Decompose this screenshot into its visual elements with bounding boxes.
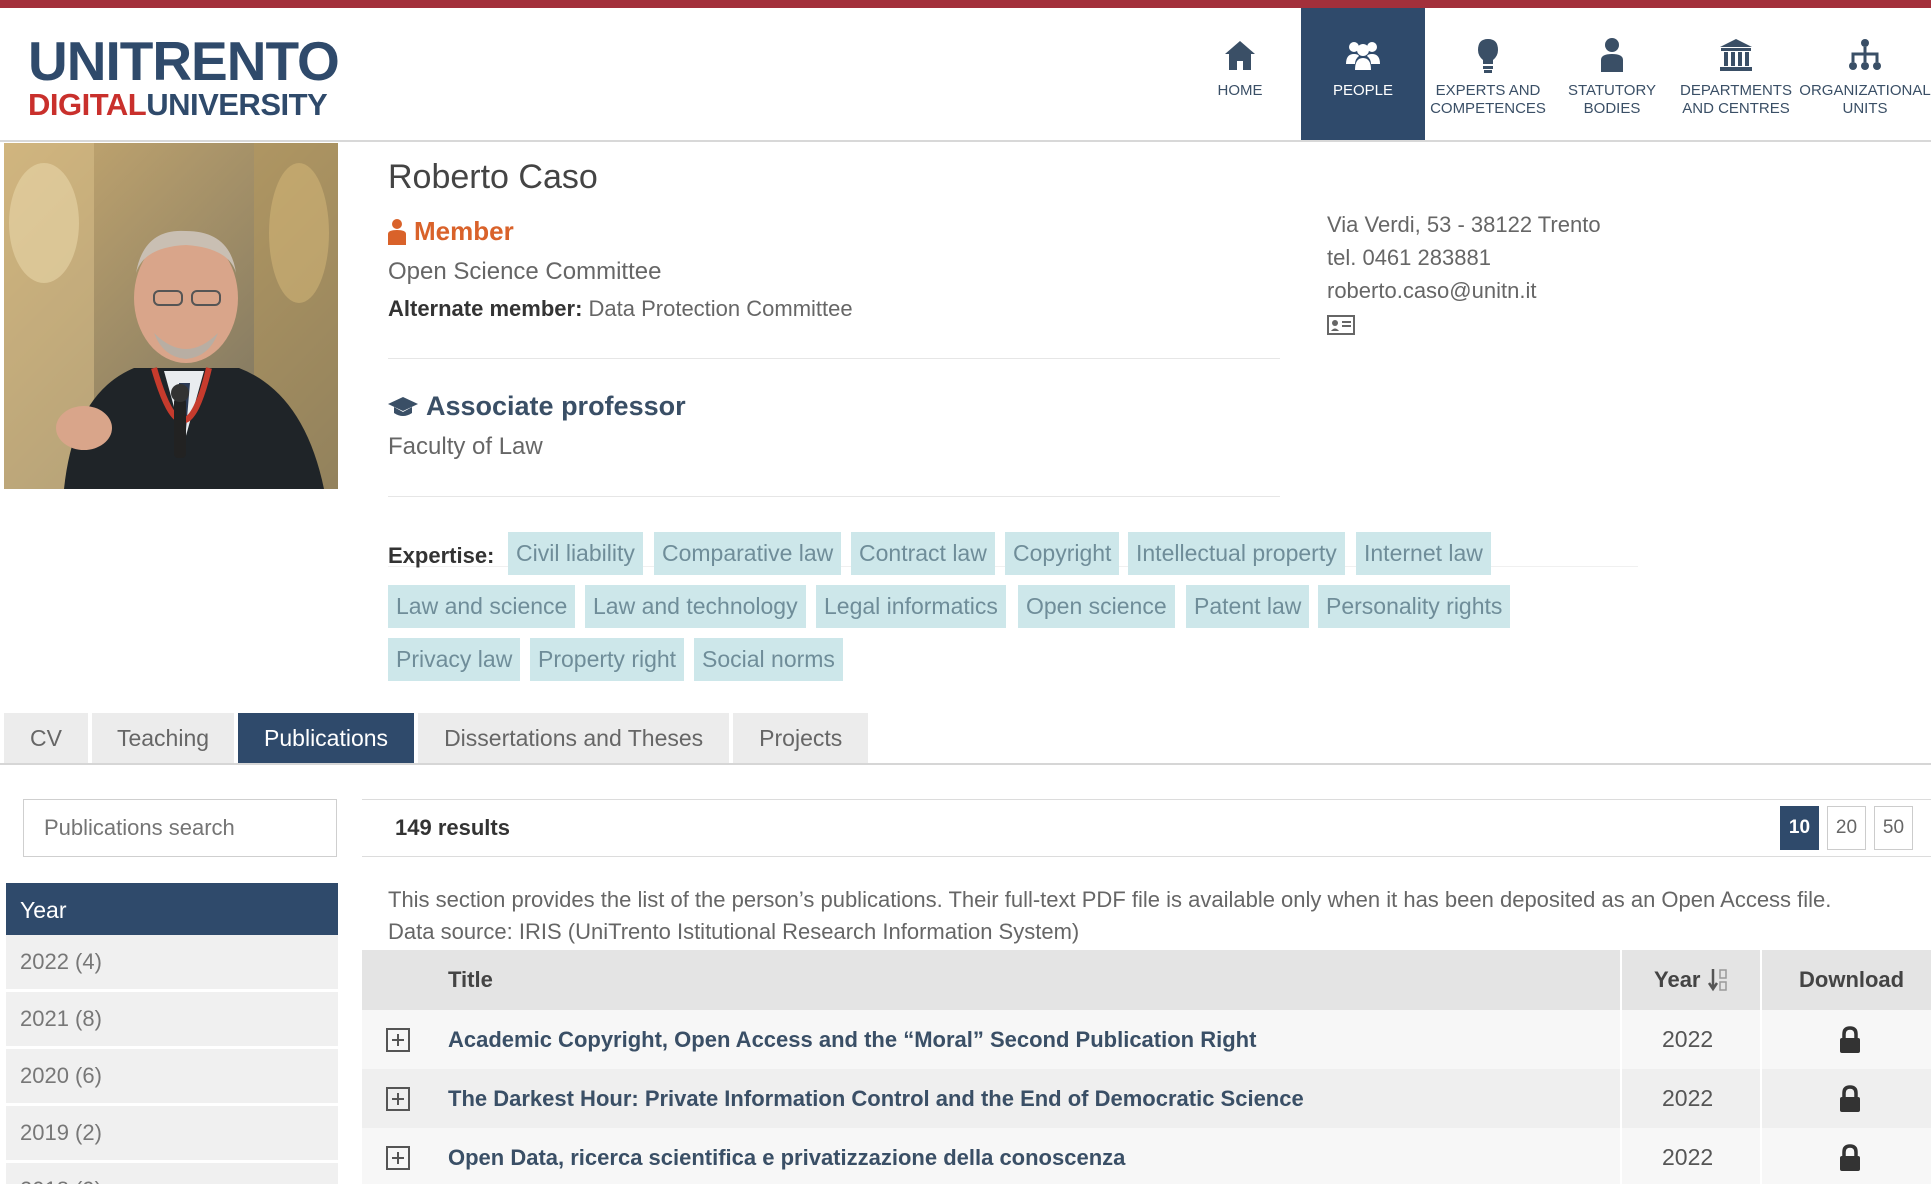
faculty-name: Faculty of Law bbox=[388, 433, 543, 460]
expertise-tag[interactable]: Internet law bbox=[1356, 532, 1491, 575]
column-separator bbox=[1620, 950, 1622, 1184]
person-icon bbox=[388, 218, 406, 245]
nav-home[interactable]: HOME bbox=[1179, 8, 1301, 140]
column-download: Download bbox=[1799, 967, 1905, 992]
publications-intro: This section provides the list of the pe… bbox=[388, 887, 1832, 944]
expertise-tag[interactable]: Legal informatics bbox=[816, 585, 1006, 628]
person-icon bbox=[1601, 38, 1623, 72]
expertise-tag[interactable]: Privacy law bbox=[388, 638, 521, 681]
vcard-icon[interactable] bbox=[1327, 311, 1355, 344]
logo-bottom-text: DIGITALUNIVERSITY bbox=[28, 87, 328, 122]
nav-organizational-units[interactable]: ORGANIZATIONAL UNITS bbox=[1799, 8, 1931, 140]
phone: tel. 0461 283881 bbox=[1327, 245, 1491, 270]
lock-icon bbox=[1840, 1085, 1860, 1112]
logo-top-text: UNITRENTO bbox=[28, 30, 340, 92]
results-bar bbox=[362, 799, 1931, 857]
column-year[interactable]: Year bbox=[1654, 950, 1729, 1010]
people-icon bbox=[1346, 42, 1380, 70]
results-count: 149 results bbox=[395, 815, 510, 840]
expertise-tag[interactable]: Open science bbox=[1018, 585, 1175, 628]
publications-search-input[interactable] bbox=[23, 799, 337, 857]
home-icon bbox=[1225, 41, 1255, 70]
address: Via Verdi, 53 - 38122 Trento bbox=[1327, 212, 1601, 237]
year-filter-item[interactable]: 2022 (4) bbox=[6, 935, 338, 989]
contact-block: Via Verdi, 53 - 38122 Trento tel. 0461 2… bbox=[1327, 208, 1601, 344]
expand-icon[interactable] bbox=[386, 1146, 410, 1170]
sitemap-icon bbox=[1849, 39, 1881, 70]
lock-icon bbox=[1840, 1026, 1860, 1053]
lightbulb-icon bbox=[1478, 39, 1498, 73]
expertise-tag[interactable]: Law and science bbox=[388, 585, 576, 628]
year-filter-item[interactable]: 2018 (9) bbox=[6, 1163, 338, 1184]
top-accent-line bbox=[0, 0, 1931, 8]
unitrento-logo[interactable]: UNITRENTO DIGITALUNIVERSITY bbox=[28, 30, 340, 122]
year-filter-item[interactable]: 2019 (2) bbox=[6, 1106, 338, 1160]
table-row: Academic Copyright, Open Access and the … bbox=[362, 1010, 1931, 1069]
nav-experts[interactable]: EXPERTS AND COMPETENCES bbox=[1425, 8, 1551, 140]
page-size-50[interactable]: 50 bbox=[1874, 806, 1913, 850]
nav-people[interactable]: PEOPLE bbox=[1301, 8, 1425, 140]
academic-position: Associate professor bbox=[388, 391, 686, 422]
profile-photo bbox=[4, 143, 338, 489]
expertise-tag[interactable]: Civil liability bbox=[508, 532, 643, 575]
nav-statutory-bodies[interactable]: STATUTORY BODIES bbox=[1551, 8, 1673, 140]
profile-divider bbox=[388, 496, 1280, 497]
column-title[interactable]: Title bbox=[448, 950, 493, 1010]
publication-year: 2022 bbox=[1662, 1026, 1714, 1052]
column-separator bbox=[1760, 950, 1762, 1184]
table-row: The Darkest Hour: Private Information Co… bbox=[362, 1069, 1931, 1128]
expertise-tag[interactable]: Comparative law bbox=[654, 532, 842, 575]
expertise-tag[interactable]: Copyright bbox=[1005, 532, 1120, 575]
publication-title[interactable]: Academic Copyright, Open Access and the … bbox=[448, 1010, 1256, 1069]
table-row: Open Data, ricerca scientifica e privati… bbox=[362, 1128, 1931, 1184]
graduation-cap-icon bbox=[388, 396, 418, 416]
expertise-tag[interactable]: Patent law bbox=[1186, 585, 1310, 628]
tab-teaching[interactable]: Teaching bbox=[91, 713, 235, 763]
year-filter-heading: Year bbox=[6, 883, 338, 937]
publication-year: 2022 bbox=[1662, 1144, 1714, 1170]
email-link[interactable]: roberto.caso@unitn.it bbox=[1327, 274, 1601, 307]
year-filter-item[interactable]: 2020 (6) bbox=[6, 1049, 338, 1103]
expand-icon[interactable] bbox=[386, 1087, 410, 1111]
sort-descending-icon bbox=[1707, 969, 1727, 992]
profile-divider bbox=[388, 358, 1280, 359]
page-size-selector: 10 20 50 bbox=[1780, 806, 1913, 850]
main-nav: HOME PEOPLE EXPERTS AND COMPETENCES STAT… bbox=[1179, 8, 1931, 140]
nav-departments[interactable]: DEPARTMENTS AND CENTRES bbox=[1673, 8, 1799, 140]
tab-projects[interactable]: Projects bbox=[733, 713, 869, 763]
expertise-tag[interactable]: Property right bbox=[530, 638, 685, 681]
publication-title[interactable]: The Darkest Hour: Private Information Co… bbox=[448, 1069, 1304, 1128]
expertise-tag[interactable]: Personality rights bbox=[1318, 585, 1511, 628]
page-size-20[interactable]: 20 bbox=[1827, 806, 1866, 850]
tab-cv[interactable]: CV bbox=[4, 713, 88, 763]
committee-name: Open Science Committee bbox=[388, 258, 662, 285]
alternate-membership: Alternate member: Data Protection Commit… bbox=[388, 296, 853, 321]
site-header: UNITRENTO DIGITALUNIVERSITY HOME PEOPLE … bbox=[0, 8, 1931, 142]
member-role: Member bbox=[388, 216, 514, 247]
expertise-tag[interactable]: Law and technology bbox=[585, 585, 806, 628]
tab-dissertations[interactable]: Dissertations and Theses bbox=[418, 713, 730, 763]
expand-icon[interactable] bbox=[386, 1028, 410, 1052]
page-size-10[interactable]: 10 bbox=[1780, 806, 1819, 850]
year-filter-item[interactable]: 2021 (8) bbox=[6, 992, 338, 1046]
expertise-label: Expertise: bbox=[388, 543, 495, 568]
expertise-tag[interactable]: Contract law bbox=[851, 532, 995, 575]
table-header: Title Year Download bbox=[362, 950, 1931, 1010]
expertise-tag[interactable]: Intellectual property bbox=[1128, 532, 1345, 575]
publication-title[interactable]: Open Data, ricerca scientifica e privati… bbox=[448, 1128, 1125, 1184]
lock-icon bbox=[1840, 1144, 1860, 1171]
publication-year: 2022 bbox=[1662, 1085, 1714, 1111]
expertise-tag[interactable]: Social norms bbox=[694, 638, 843, 681]
tabs-underline bbox=[0, 763, 1931, 765]
tab-publications[interactable]: Publications bbox=[238, 713, 415, 763]
profile-tabs: CV Teaching Publications Dissertations a… bbox=[4, 713, 872, 763]
institution-icon bbox=[1720, 39, 1752, 71]
person-name: Roberto Caso bbox=[388, 158, 598, 196]
